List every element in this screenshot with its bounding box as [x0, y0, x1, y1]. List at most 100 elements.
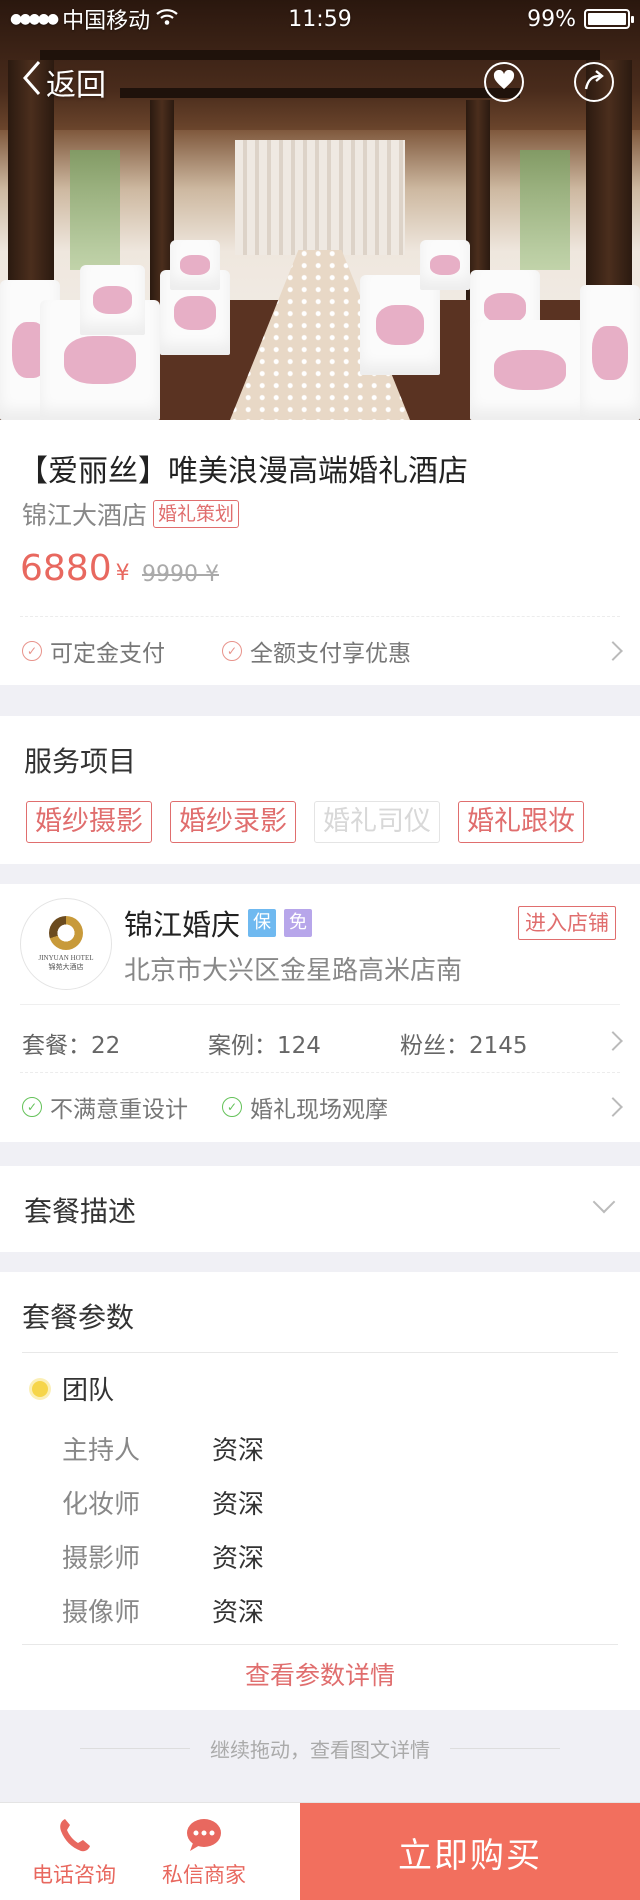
store-card: JINYUAN HOTEL 锦苑大酒店 锦江婚庆 保 免 北京市大兴区金星路高米… — [0, 884, 640, 1142]
chevron-down-icon — [592, 1190, 616, 1214]
service-tag[interactable]: 婚纱摄影 — [26, 801, 152, 843]
store-guarantee: ✓ 婚礼现场观摩 — [222, 1090, 388, 1124]
payment-option-label: 可定金支付 — [50, 641, 165, 667]
price-value: 6880 — [20, 548, 112, 589]
guarantee-badge: 保 — [248, 909, 277, 937]
param-row: 主持人 资深 — [62, 1430, 264, 1467]
param-key: 化妆师 — [62, 1490, 141, 1520]
service-tag-disabled: 婚礼司仪 — [314, 801, 440, 843]
service-tags: 婚纱摄影 婚纱录影 婚礼司仪 婚礼跟妆 — [26, 801, 584, 843]
favorite-button[interactable] — [484, 62, 524, 102]
chevron-right-icon — [603, 1097, 623, 1117]
param-key: 主持人 — [62, 1436, 141, 1466]
ceiling-beam — [40, 50, 600, 60]
chat-icon — [134, 1811, 274, 1859]
case-count: 案例：124 — [208, 1033, 321, 1059]
heart-icon — [493, 69, 515, 94]
share-button[interactable] — [574, 62, 614, 102]
divider — [22, 1352, 618, 1353]
param-group: 团队 — [32, 1370, 114, 1407]
divider — [22, 1644, 618, 1645]
window — [520, 150, 570, 270]
altar-curtain — [235, 140, 405, 255]
param-value: 资深 — [212, 1490, 265, 1520]
check-icon: ✓ — [222, 1097, 242, 1117]
package-description-section[interactable]: 套餐描述 — [0, 1166, 640, 1252]
category-tag: 婚礼策划 — [153, 500, 240, 528]
check-icon: ✓ — [22, 641, 42, 661]
drag-hint: 继续拖动，查看图文详情 — [0, 1734, 640, 1763]
clock: 11:59 — [288, 6, 352, 32]
section-title: 套餐参数 — [22, 1301, 135, 1334]
store-logo: JINYUAN HOTEL 锦苑大酒店 — [20, 898, 112, 990]
enter-store-button[interactable]: 进入店铺 — [518, 906, 616, 940]
param-key: 摄影师 — [62, 1544, 141, 1574]
battery-icon — [584, 9, 634, 29]
free-badge: 免 — [284, 909, 313, 937]
message-merchant-button[interactable]: 私信商家 — [134, 1811, 274, 1889]
call-label: 电话咨询 — [32, 1863, 116, 1887]
back-button[interactable]: 返回 — [22, 60, 106, 104]
payment-option: ✓ 可定金支付 — [22, 634, 165, 668]
payment-options-row[interactable]: ✓ 可定金支付 ✓ 全额支付享优惠 — [0, 620, 640, 682]
ceiling-beam — [120, 88, 520, 98]
param-row: 化妆师 资深 — [62, 1484, 264, 1521]
param-row: 摄像师 资深 — [62, 1592, 264, 1629]
price: 6880 ¥ — [20, 548, 130, 589]
service-tag[interactable]: 婚纱录影 — [170, 801, 296, 843]
section-title: 套餐描述 — [24, 1195, 137, 1228]
bullet-icon — [32, 1380, 48, 1397]
drag-hint-label: 继续拖动，查看图文详情 — [210, 1738, 430, 1762]
message-label: 私信商家 — [162, 1863, 246, 1887]
divider — [20, 616, 620, 617]
section-title: 服务项目 — [24, 745, 137, 778]
payment-option: ✓ 全额支付享优惠 — [222, 634, 411, 668]
fan-count: 粉丝：2145 — [400, 1033, 528, 1059]
chair — [580, 285, 640, 420]
package-count: 套餐：22 — [22, 1033, 121, 1059]
store-guarantee-label: 不满意重设计 — [50, 1097, 188, 1123]
status-bar: ●●●●● 中国移动 11:59 99% — [0, 0, 640, 38]
package-params-section: 套餐参数 团队 主持人 资深 化妆师 资深 摄影师 资深 摄像师 资深 查看参数详情 — [0, 1272, 640, 1710]
shop-row: 锦江大酒店 婚礼策划 — [22, 496, 240, 532]
product-title: 【爱丽丝】唯美浪漫高端婚礼酒店 — [18, 454, 468, 489]
share-icon — [583, 69, 605, 95]
call-button[interactable]: 电话咨询 — [4, 1811, 144, 1889]
buy-now-button[interactable]: 立即购买 — [300, 1803, 640, 1900]
store-address: 北京市大兴区金星路高米店南 — [124, 956, 463, 986]
param-group-label: 团队 — [62, 1376, 115, 1406]
payment-option-label: 全额支付享优惠 — [250, 641, 411, 667]
param-value: 资深 — [212, 1436, 265, 1466]
back-label: 返回 — [46, 68, 106, 103]
window — [70, 150, 120, 270]
shop-name[interactable]: 锦江大酒店 — [22, 496, 147, 532]
param-row: 摄影师 资深 — [62, 1538, 264, 1575]
product-card: 【爱丽丝】唯美浪漫高端婚礼酒店 锦江大酒店 婚礼策划 6880 ¥ 9990 ¥ … — [0, 420, 640, 685]
divider — [20, 1072, 620, 1073]
chair — [170, 240, 220, 290]
chair — [360, 275, 440, 375]
check-icon: ✓ — [222, 641, 242, 661]
store-guarantee-label: 婚礼现场观摩 — [250, 1097, 388, 1123]
param-value: 资深 — [212, 1598, 265, 1628]
bottom-action-bar: 电话咨询 私信商家 立即购买 — [0, 1802, 640, 1900]
view-params-detail-link[interactable]: 查看参数详情 — [0, 1656, 640, 1692]
check-icon: ✓ — [22, 1097, 42, 1117]
currency-symbol: ¥ — [115, 561, 130, 586]
store-guarantees-row[interactable]: ✓ 不满意重设计 ✓ 婚礼现场观摩 — [0, 1076, 640, 1138]
divider — [20, 1004, 620, 1005]
store-name: 锦江婚庆 — [124, 908, 241, 942]
chair — [80, 265, 145, 335]
services-section: 服务项目 婚纱摄影 婚纱录影 婚礼司仪 婚礼跟妆 — [0, 716, 640, 864]
logo-text: 锦苑大酒店 — [48, 963, 84, 971]
service-tag[interactable]: 婚礼跟妆 — [458, 801, 584, 843]
chevron-right-icon — [603, 641, 623, 661]
store-guarantee: ✓ 不满意重设计 — [22, 1090, 188, 1124]
chair — [420, 240, 470, 290]
phone-icon — [4, 1811, 144, 1859]
chevron-right-icon — [603, 1031, 623, 1051]
divider — [450, 1748, 560, 1749]
chevron-left-icon — [22, 60, 42, 104]
original-price: 9990 ¥ — [142, 562, 219, 587]
param-key: 摄像师 — [62, 1598, 141, 1628]
